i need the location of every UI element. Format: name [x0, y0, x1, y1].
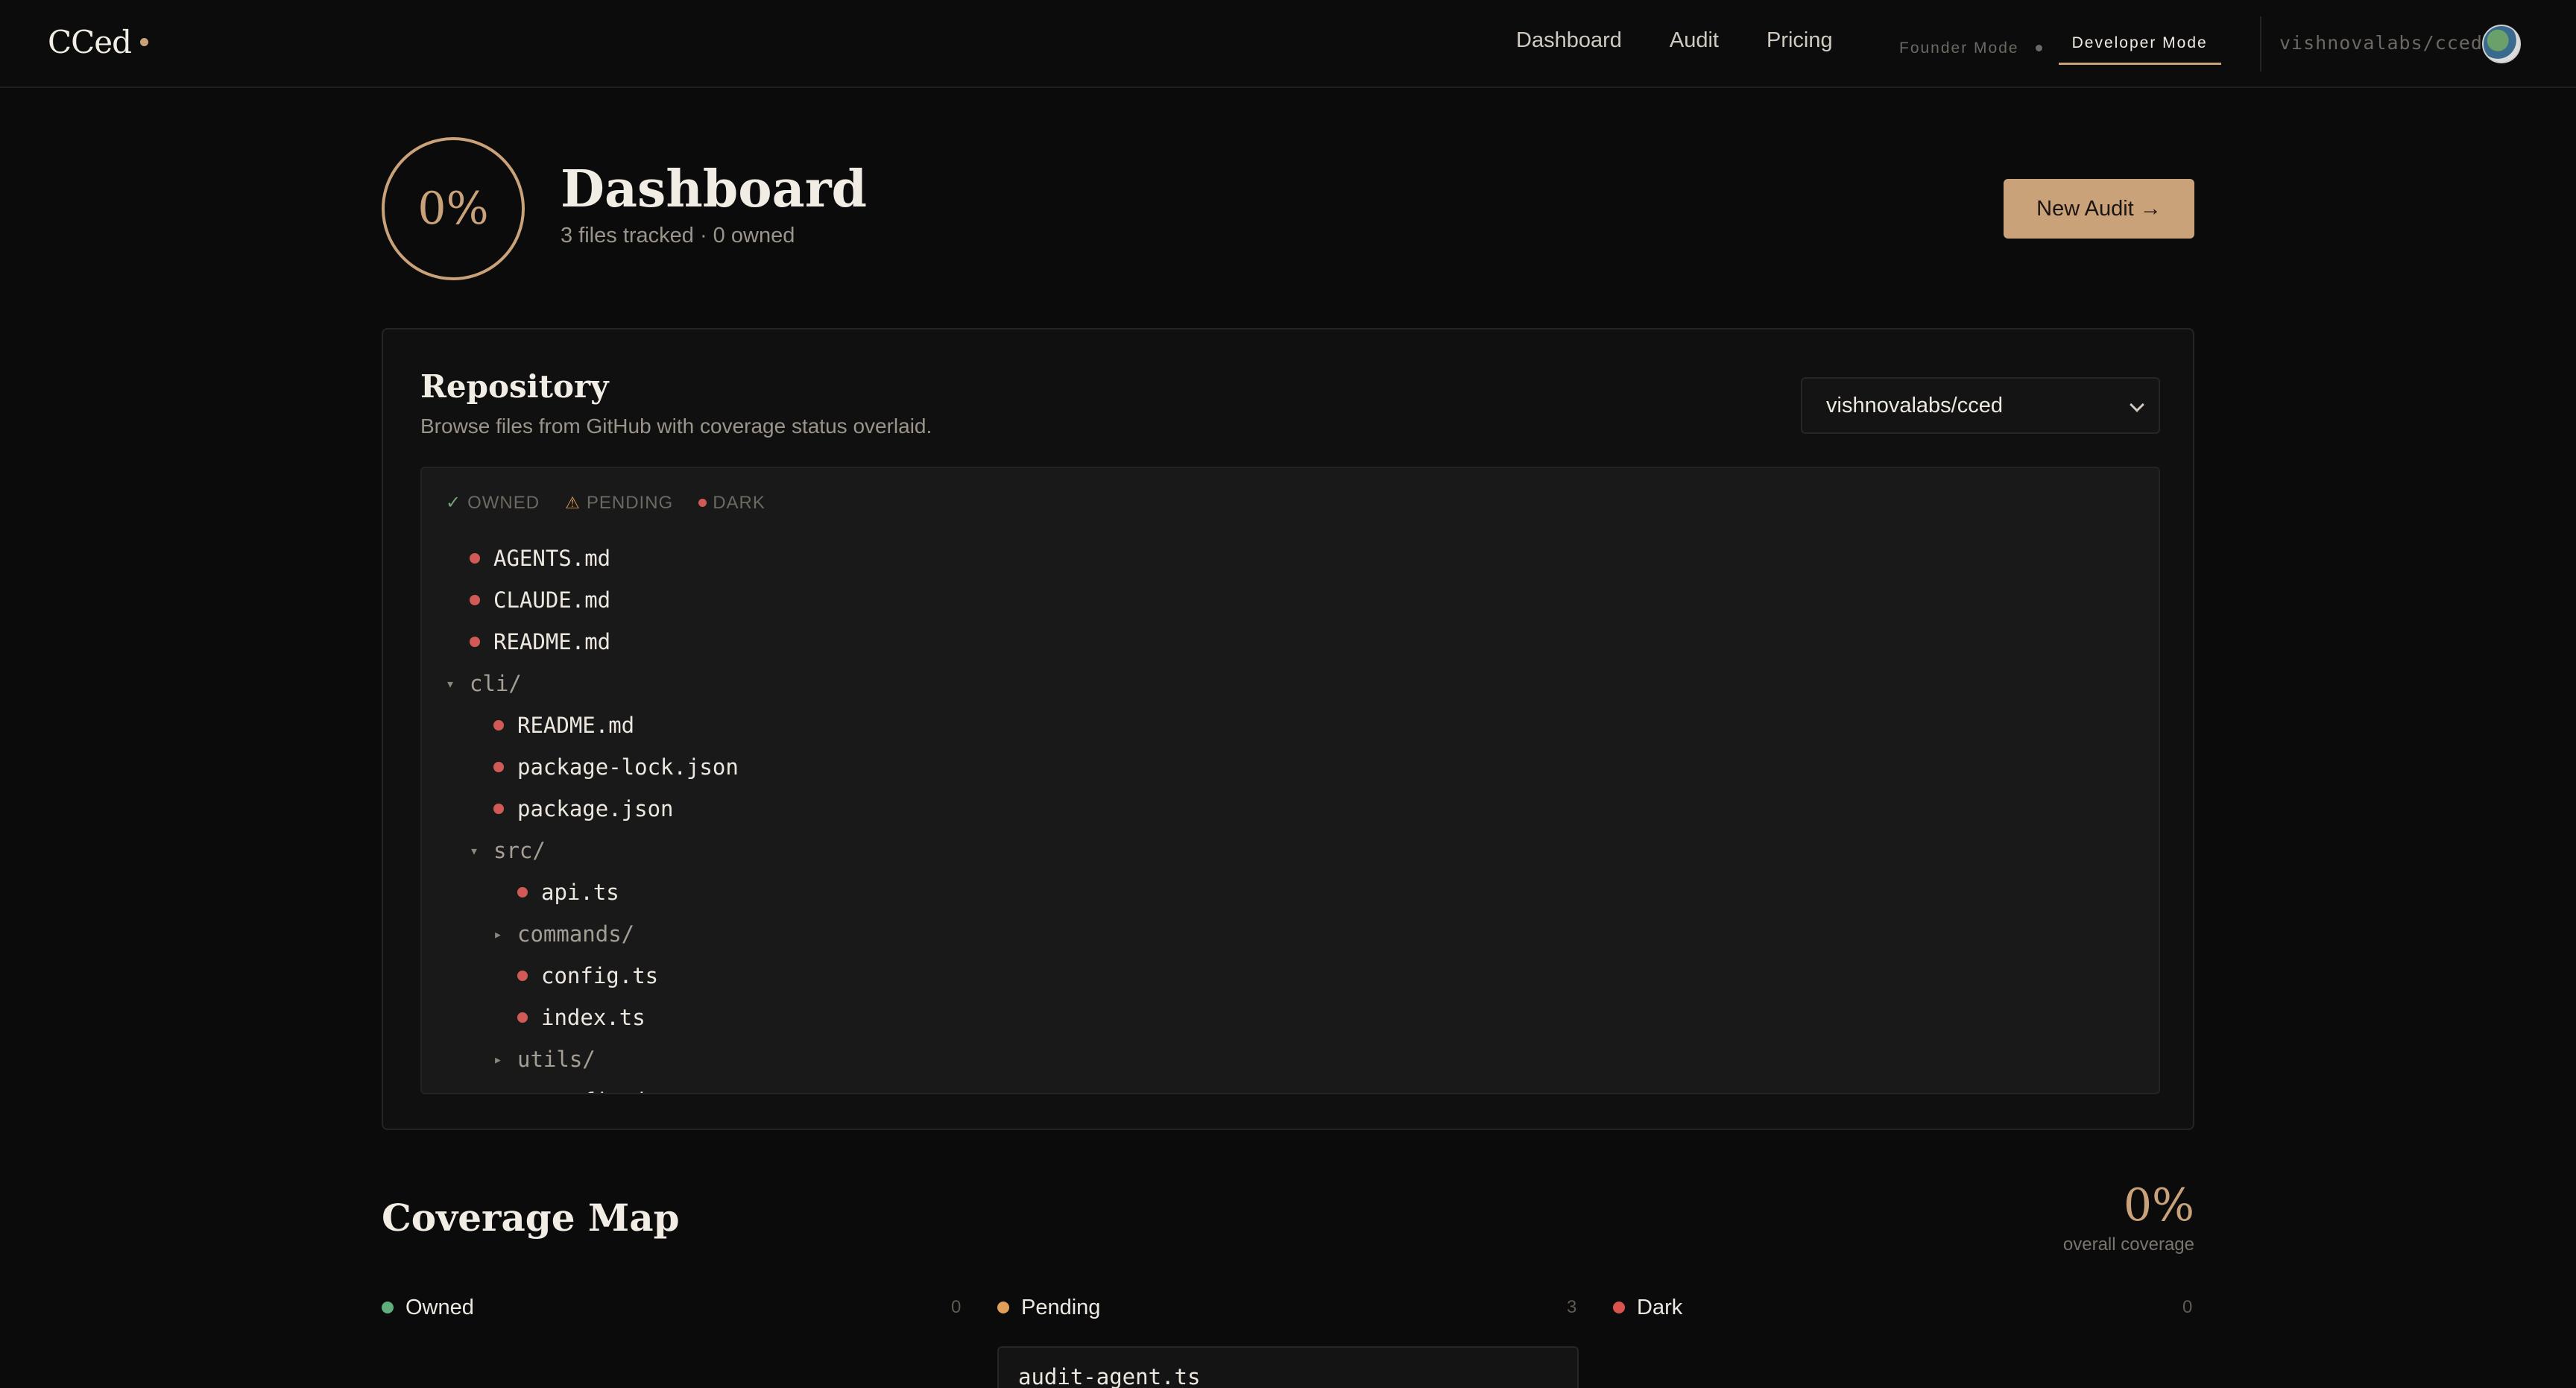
status-legend: ✓ OWNED ⚠ PENDING DARK — [446, 492, 765, 514]
logo-dot-icon — [140, 38, 149, 46]
legend-pending: ⚠ PENDING — [565, 492, 673, 514]
owned-column-label: Owned — [405, 1295, 474, 1319]
nav-links: Dashboard Audit Pricing — [1516, 28, 1833, 53]
tree-file[interactable]: AGENTS.md — [470, 540, 610, 577]
status-dot-icon — [517, 971, 528, 981]
legend-owned-label: OWNED — [467, 492, 540, 513]
tree-folder-name: utils/ — [517, 1047, 596, 1072]
tree-file-name: config.ts — [541, 963, 659, 988]
page-subtitle: 3 files tracked · 0 owned — [561, 224, 795, 247]
status-dot-icon — [493, 804, 504, 814]
warning-icon: ⚠ — [565, 493, 581, 512]
owned-column-header: Owned — [382, 1294, 474, 1321]
tree-folder[interactable]: ▸ utils/ — [493, 1041, 596, 1078]
tree-file[interactable]: README.md — [493, 707, 634, 744]
tree-folder[interactable]: ▸ commands/ — [493, 915, 634, 953]
overall-coverage-value: 0% — [2123, 1179, 2194, 1231]
check-icon: ✓ — [446, 493, 462, 513]
nav-divider — [2260, 16, 2261, 72]
tree-file-name: README.md — [517, 713, 635, 738]
caret-down-icon[interactable]: ▾ — [470, 842, 493, 859]
coverage-ring-value: 0% — [417, 183, 489, 235]
dark-dot-icon — [1613, 1302, 1625, 1313]
founder-mode-toggle[interactable]: Founder Mode — [1899, 37, 2019, 60]
tree-file[interactable]: api.ts — [517, 874, 619, 911]
pending-column-header: Pending — [997, 1294, 1100, 1321]
pending-file-card[interactable]: audit-agent.ts — [997, 1346, 1579, 1388]
pending-column-label: Pending — [1021, 1295, 1101, 1319]
overall-coverage-label: overall coverage — [2062, 1234, 2194, 1255]
logo-text: CCed — [48, 24, 132, 60]
tree-file-name: tsconfig.json — [517, 1088, 686, 1093]
pending-dot-icon — [997, 1302, 1009, 1313]
tree-folder-name: cli/ — [470, 671, 522, 696]
status-dot-icon — [493, 720, 504, 731]
avatar[interactable] — [2482, 25, 2521, 63]
coverage-map-title: Coverage Map — [382, 1196, 680, 1240]
chevron-down-icon — [2130, 397, 2144, 412]
logo[interactable]: CCed — [48, 24, 149, 60]
tree-folder-name: src/ — [493, 838, 546, 863]
legend-dark: DARK — [698, 492, 765, 514]
tree-file[interactable]: config.ts — [517, 957, 658, 994]
status-dot-icon — [470, 553, 480, 564]
pending-count: 3 — [1567, 1297, 1577, 1317]
nav-link-dashboard[interactable]: Dashboard — [1516, 28, 1622, 53]
tree-file[interactable]: package-lock.json — [493, 748, 739, 786]
caret-right-icon[interactable]: ▸ — [493, 1050, 517, 1068]
repository-card: Repository Browse files from GitHub with… — [382, 328, 2194, 1130]
status-dot-icon — [517, 887, 528, 898]
tree-file-name: index.ts — [541, 1005, 645, 1030]
tree-file-name: AGENTS.md — [493, 546, 611, 571]
status-dot-icon — [470, 595, 480, 605]
status-dot-icon — [493, 762, 504, 772]
legend-dark-label: DARK — [713, 492, 765, 513]
dark-column-label: Dark — [1637, 1295, 1683, 1319]
tree-folder-name: commands/ — [517, 921, 635, 947]
pending-file-name: audit-agent.ts — [1018, 1364, 1201, 1388]
owned-count: 0 — [951, 1297, 962, 1317]
tree-file[interactable]: README.md — [470, 623, 610, 660]
top-nav: CCed Dashboard Audit Pricing Founder Mod… — [0, 0, 2576, 88]
tree-file[interactable]: index.ts — [517, 999, 645, 1036]
new-audit-button[interactable]: New Audit → — [2004, 179, 2194, 239]
file-tree[interactable]: ✓ OWNED ⚠ PENDING DARK AGENTS.md CLAUDE.m… — [420, 467, 2160, 1094]
developer-mode-toggle[interactable]: Developer Mode — [2058, 31, 2221, 65]
status-dot-icon — [470, 637, 480, 647]
nav-link-pricing[interactable]: Pricing — [1767, 28, 1833, 53]
coverage-ring: 0% — [382, 137, 525, 280]
repo-select-value: vishnovalabs/cced — [1826, 393, 2003, 417]
tree-folder[interactable]: ▾ cli/ — [446, 665, 522, 702]
repository-title: Repository — [420, 368, 609, 405]
tree-file-name: package-lock.json — [517, 754, 739, 780]
tree-file[interactable]: tsconfig.json — [493, 1082, 686, 1093]
tree-file-name: package.json — [517, 796, 674, 821]
page-title: Dashboard — [561, 160, 868, 219]
dark-column-header: Dark — [1613, 1294, 1682, 1321]
tree-file-name: api.ts — [541, 880, 619, 905]
legend-owned: ✓ OWNED — [446, 492, 540, 514]
mode-switch: Founder Mode Developer Mode — [1899, 31, 2221, 65]
dark-count: 0 — [2182, 1297, 2193, 1317]
tree-file-name: README.md — [493, 629, 611, 654]
owned-dot-icon — [382, 1302, 394, 1313]
mode-separator-dot — [2035, 45, 2042, 51]
caret-down-icon[interactable]: ▾ — [446, 675, 470, 693]
caret-right-icon[interactable]: ▸ — [493, 925, 517, 943]
dark-dot-icon — [698, 499, 707, 507]
tree-file[interactable]: package.json — [493, 790, 674, 827]
tree-file-name: CLAUDE.md — [493, 587, 611, 613]
nav-repo-label[interactable]: vishnovalabs/cced — [2279, 32, 2483, 54]
status-dot-icon — [517, 1012, 528, 1023]
tree-file[interactable]: CLAUDE.md — [470, 581, 610, 619]
legend-pending-label: PENDING — [586, 492, 674, 513]
repo-select[interactable]: vishnovalabs/cced — [1801, 377, 2160, 434]
nav-link-audit[interactable]: Audit — [1670, 28, 1719, 53]
repository-description: Browse files from GitHub with coverage s… — [420, 414, 932, 438]
tree-folder[interactable]: ▾ src/ — [470, 832, 546, 869]
